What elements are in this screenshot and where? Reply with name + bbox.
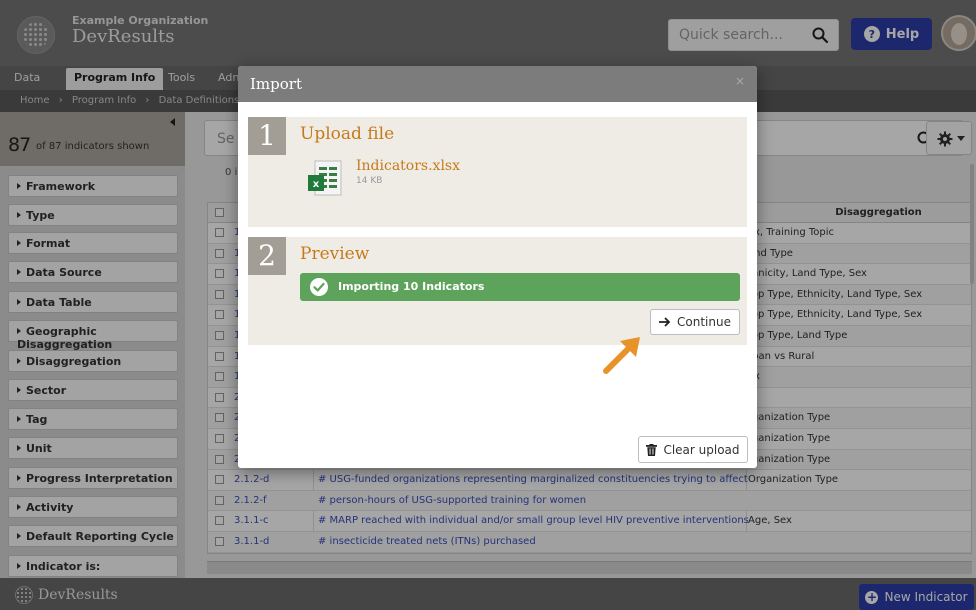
- check-circle-icon: [310, 278, 328, 296]
- clear-upload-label: Clear upload: [663, 442, 740, 457]
- close-icon[interactable]: ×: [735, 74, 745, 88]
- continue-button[interactable]: Continue: [650, 309, 740, 335]
- uploaded-file-size: 14 KB: [356, 176, 383, 186]
- uploaded-file-name[interactable]: Indicators.xlsx: [356, 158, 460, 174]
- arrow-right-icon: [659, 317, 671, 327]
- progress-text: Importing 10 Indicators: [338, 280, 485, 293]
- step-title: Preview: [300, 244, 370, 264]
- step-preview: 2 Preview Importing 10 Indicators Contin…: [248, 237, 747, 345]
- modal-title: Import: [250, 75, 302, 93]
- step-title: Upload file: [300, 124, 395, 144]
- arrow-annotation-icon: [603, 337, 640, 374]
- step-upload-file: 1 Upload file x Indicators.xlsx 14 KB: [248, 117, 747, 227]
- import-modal: Import × 1 Upload file x Indicators.xlsx…: [238, 66, 757, 468]
- clear-upload-button[interactable]: Clear upload: [638, 436, 748, 463]
- step-number: 1: [248, 117, 286, 155]
- svg-text:x: x: [313, 179, 320, 190]
- trash-icon: [646, 443, 658, 456]
- modal-header: Import ×: [238, 66, 757, 102]
- continue-label: Continue: [677, 315, 731, 329]
- import-progress-bar: Importing 10 Indicators: [300, 273, 740, 301]
- step-number: 2: [248, 237, 286, 275]
- excel-file-icon: x: [308, 160, 342, 196]
